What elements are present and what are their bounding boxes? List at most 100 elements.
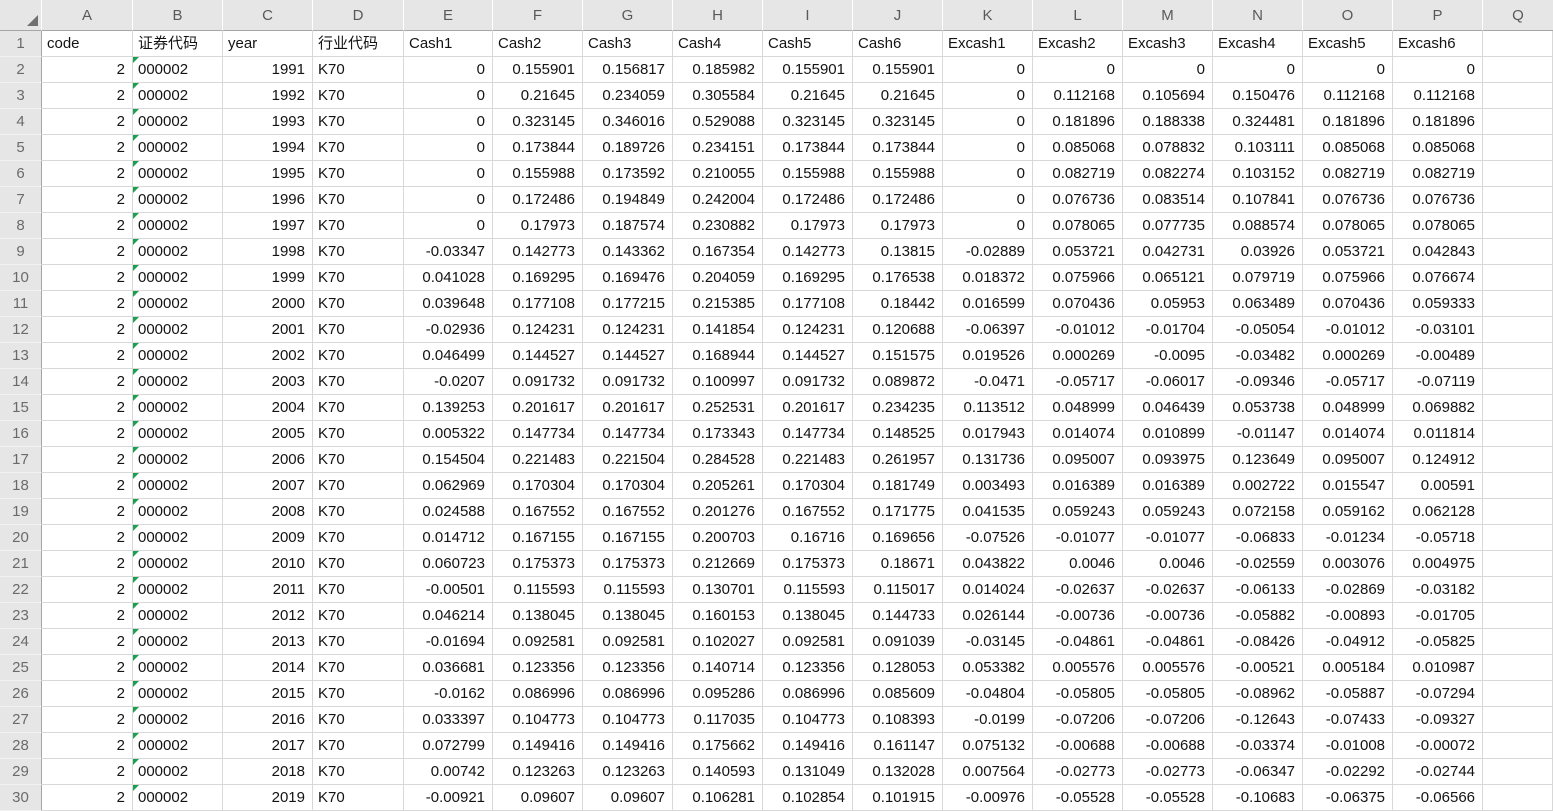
cell-B6[interactable]: 000002 [133, 161, 223, 187]
cell-Q3[interactable] [1483, 83, 1553, 109]
cell-L15[interactable]: 0.048999 [1033, 395, 1123, 421]
cell-H22[interactable]: 0.130701 [673, 577, 763, 603]
cell-Q8[interactable] [1483, 213, 1553, 239]
column-header-Q[interactable]: Q [1483, 0, 1553, 31]
cell-O14[interactable]: -0.05717 [1303, 369, 1393, 395]
cell-J25[interactable]: 0.128053 [853, 655, 943, 681]
cell-L25[interactable]: 0.005576 [1033, 655, 1123, 681]
cell-D27[interactable]: K70 [313, 707, 404, 733]
cell-E25[interactable]: 0.036681 [404, 655, 493, 681]
column-header-K[interactable]: K [943, 0, 1033, 31]
cell-B9[interactable]: 000002 [133, 239, 223, 265]
cell-O25[interactable]: 0.005184 [1303, 655, 1393, 681]
cell-A17[interactable]: 2 [42, 447, 133, 473]
cell-K10[interactable]: 0.018372 [943, 265, 1033, 291]
cell-K4[interactable]: 0 [943, 109, 1033, 135]
cell-H2[interactable]: 0.185982 [673, 57, 763, 83]
cell-G14[interactable]: 0.091732 [583, 369, 673, 395]
cell-G6[interactable]: 0.173592 [583, 161, 673, 187]
cell-L20[interactable]: -0.01077 [1033, 525, 1123, 551]
cell-A28[interactable]: 2 [42, 733, 133, 759]
cell-D26[interactable]: K70 [313, 681, 404, 707]
cell-F20[interactable]: 0.167155 [493, 525, 583, 551]
cell-H10[interactable]: 0.204059 [673, 265, 763, 291]
cell-Q25[interactable] [1483, 655, 1553, 681]
cell-H6[interactable]: 0.210055 [673, 161, 763, 187]
column-header-J[interactable]: J [853, 0, 943, 31]
cell-H16[interactable]: 0.173343 [673, 421, 763, 447]
cell-C19[interactable]: 2008 [223, 499, 313, 525]
cell-F27[interactable]: 0.104773 [493, 707, 583, 733]
cell-Q30[interactable] [1483, 785, 1553, 811]
cell-A26[interactable]: 2 [42, 681, 133, 707]
cell-B25[interactable]: 000002 [133, 655, 223, 681]
cell-O27[interactable]: -0.07433 [1303, 707, 1393, 733]
cell-L11[interactable]: 0.070436 [1033, 291, 1123, 317]
cell-C2[interactable]: 1991 [223, 57, 313, 83]
cell-O23[interactable]: -0.00893 [1303, 603, 1393, 629]
cell-Q14[interactable] [1483, 369, 1553, 395]
row-header-27[interactable]: 27 [0, 707, 42, 733]
cell-E8[interactable]: 0 [404, 213, 493, 239]
cell-H30[interactable]: 0.106281 [673, 785, 763, 811]
cell-B2[interactable]: 000002 [133, 57, 223, 83]
cell-J16[interactable]: 0.148525 [853, 421, 943, 447]
cell-K27[interactable]: -0.0199 [943, 707, 1033, 733]
cell-C15[interactable]: 2004 [223, 395, 313, 421]
cell-N23[interactable]: -0.05882 [1213, 603, 1303, 629]
cell-G10[interactable]: 0.169476 [583, 265, 673, 291]
cell-L1[interactable]: Excash2 [1033, 31, 1123, 57]
cell-A19[interactable]: 2 [42, 499, 133, 525]
cell-F16[interactable]: 0.147734 [493, 421, 583, 447]
cell-G16[interactable]: 0.147734 [583, 421, 673, 447]
cell-J27[interactable]: 0.108393 [853, 707, 943, 733]
cell-N7[interactable]: 0.107841 [1213, 187, 1303, 213]
cell-I25[interactable]: 0.123356 [763, 655, 853, 681]
cell-F13[interactable]: 0.144527 [493, 343, 583, 369]
cell-N6[interactable]: 0.103152 [1213, 161, 1303, 187]
cell-P12[interactable]: -0.03101 [1393, 317, 1483, 343]
cell-A5[interactable]: 2 [42, 135, 133, 161]
cell-M12[interactable]: -0.01704 [1123, 317, 1213, 343]
cell-K14[interactable]: -0.0471 [943, 369, 1033, 395]
cell-P6[interactable]: 0.082719 [1393, 161, 1483, 187]
cell-I9[interactable]: 0.142773 [763, 239, 853, 265]
cell-C14[interactable]: 2003 [223, 369, 313, 395]
cell-Q22[interactable] [1483, 577, 1553, 603]
cell-L10[interactable]: 0.075966 [1033, 265, 1123, 291]
cell-C10[interactable]: 1999 [223, 265, 313, 291]
cell-J15[interactable]: 0.234235 [853, 395, 943, 421]
cell-K25[interactable]: 0.053382 [943, 655, 1033, 681]
cell-B22[interactable]: 000002 [133, 577, 223, 603]
cell-I16[interactable]: 0.147734 [763, 421, 853, 447]
cell-M23[interactable]: -0.00736 [1123, 603, 1213, 629]
cell-F21[interactable]: 0.175373 [493, 551, 583, 577]
cell-A12[interactable]: 2 [42, 317, 133, 343]
cell-P2[interactable]: 0 [1393, 57, 1483, 83]
cell-I11[interactable]: 0.177108 [763, 291, 853, 317]
cell-K19[interactable]: 0.041535 [943, 499, 1033, 525]
row-header-13[interactable]: 13 [0, 343, 42, 369]
cell-P10[interactable]: 0.076674 [1393, 265, 1483, 291]
cell-B21[interactable]: 000002 [133, 551, 223, 577]
cell-G22[interactable]: 0.115593 [583, 577, 673, 603]
cell-K12[interactable]: -0.06397 [943, 317, 1033, 343]
cell-N12[interactable]: -0.05054 [1213, 317, 1303, 343]
cell-C30[interactable]: 2019 [223, 785, 313, 811]
cell-A20[interactable]: 2 [42, 525, 133, 551]
cell-H7[interactable]: 0.242004 [673, 187, 763, 213]
column-header-D[interactable]: D [313, 0, 404, 31]
cell-M4[interactable]: 0.188338 [1123, 109, 1213, 135]
cell-F18[interactable]: 0.170304 [493, 473, 583, 499]
column-header-P[interactable]: P [1393, 0, 1483, 31]
cell-Q26[interactable] [1483, 681, 1553, 707]
cell-O18[interactable]: 0.015547 [1303, 473, 1393, 499]
cell-K6[interactable]: 0 [943, 161, 1033, 187]
cell-L12[interactable]: -0.01012 [1033, 317, 1123, 343]
cell-P18[interactable]: 0.00591 [1393, 473, 1483, 499]
cell-I15[interactable]: 0.201617 [763, 395, 853, 421]
cell-L19[interactable]: 0.059243 [1033, 499, 1123, 525]
cell-D8[interactable]: K70 [313, 213, 404, 239]
row-header-11[interactable]: 11 [0, 291, 42, 317]
cell-H18[interactable]: 0.205261 [673, 473, 763, 499]
